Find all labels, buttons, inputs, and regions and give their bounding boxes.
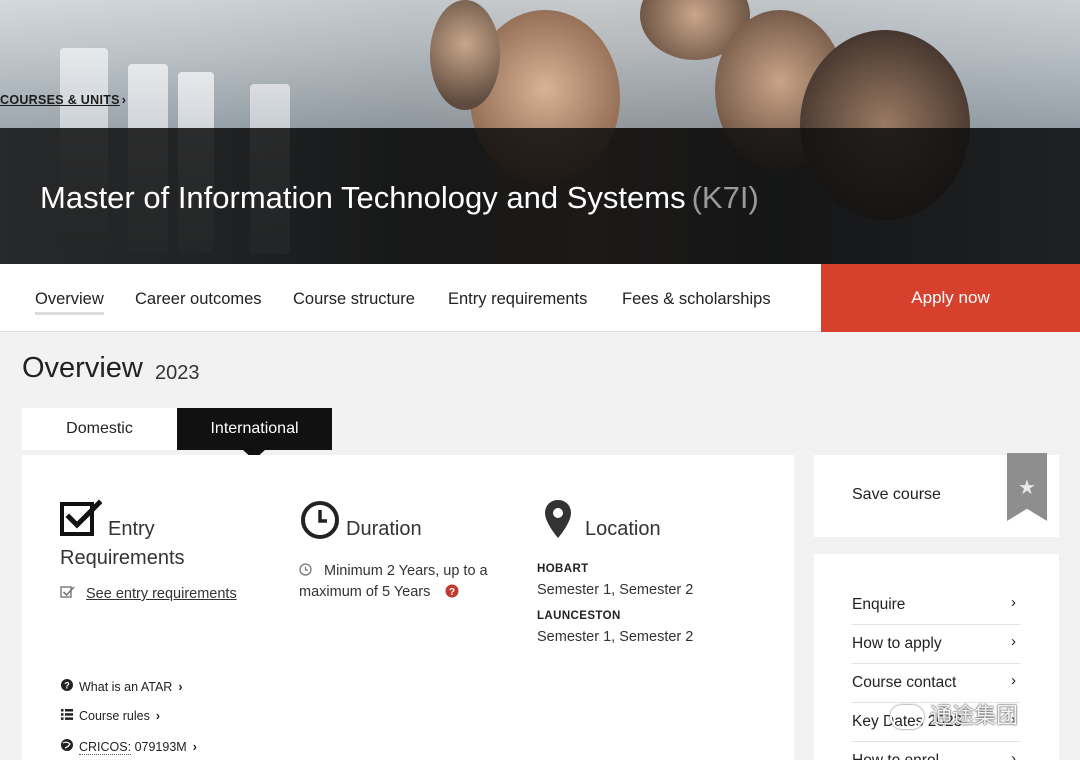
save-course-label: Save course	[852, 486, 941, 503]
duration-text-line2: maximum of 5 Years	[299, 584, 431, 600]
chevron-right-icon: ›	[1011, 672, 1016, 689]
duration-title: Duration	[346, 518, 422, 540]
cricos-link[interactable]: CRICOS: 079193M ›	[61, 739, 197, 755]
entry-title-line2: Requirements	[60, 547, 185, 569]
bookmark-ribbon[interactable]: ★	[1007, 453, 1047, 521]
page-title: Master of Information Technology and Sys…	[40, 180, 759, 216]
overview-card: Entry Requirements See entry requirement…	[22, 455, 794, 760]
tab-domestic[interactable]: Domestic	[22, 408, 177, 450]
course-code: (K7I)	[691, 180, 759, 215]
course-name: Master of Information Technology and Sys…	[40, 180, 686, 215]
help-icon[interactable]: ?	[445, 584, 459, 598]
breadcrumb[interactable]: COURSES & UNITS ›	[0, 93, 126, 107]
entry-title-line1: Entry	[108, 518, 155, 540]
chevron-right-icon: ›	[121, 93, 127, 107]
campus-hobart-semesters: Semester 1, Semester 2	[537, 582, 694, 598]
wechat-icon	[890, 705, 924, 730]
save-course-panel[interactable]: Save course ★	[814, 453, 1059, 537]
map-pin-icon	[545, 500, 571, 538]
sidebar-link-how-to-enrol[interactable]: How to enrol›	[852, 742, 1020, 760]
chevron-right-icon: ›	[155, 709, 161, 723]
clock-icon	[301, 501, 339, 539]
campus-hobart: HOBART	[537, 563, 589, 575]
nav-tab-course-structure[interactable]: Course structure	[293, 290, 415, 309]
duration-text-line1: Minimum 2 Years, up to a	[324, 563, 488, 579]
overview-year: 2023	[155, 362, 200, 384]
chevron-right-icon: ›	[1011, 594, 1016, 611]
campus-launceston-semesters: Semester 1, Semester 2	[537, 629, 694, 645]
chevron-right-icon: ›	[1011, 750, 1016, 760]
location-title: Location	[585, 518, 661, 540]
atar-link[interactable]: ? What is an ATAR ›	[61, 679, 183, 694]
hero-banner: COURSES & UNITS › Master of Information T…	[0, 0, 1080, 264]
see-entry-requirements-link[interactable]: See entry requirements	[86, 584, 237, 605]
hero-photo-person	[430, 0, 500, 110]
sidebar-link-enquire[interactable]: Enquire ›	[852, 586, 1020, 625]
svg-text:?: ?	[64, 681, 70, 691]
apply-now-button[interactable]: Apply now	[821, 264, 1080, 332]
nav-tab-fees-scholarships[interactable]: Fees & scholarships	[622, 290, 771, 309]
checkbox-icon	[60, 499, 102, 536]
course-nav: Overview Career outcomes Course structur…	[0, 264, 1080, 332]
overview-heading: Overview	[22, 352, 143, 384]
sidebar-link-how-to-apply[interactable]: How to apply ›	[852, 625, 1020, 664]
list-icon	[61, 709, 73, 720]
course-rules-link[interactable]: Course rules ›	[61, 709, 160, 723]
nav-tab-career-outcomes[interactable]: Career outcomes	[135, 290, 262, 309]
nav-tab-entry-requirements[interactable]: Entry requirements	[448, 290, 587, 309]
tab-international[interactable]: International	[177, 408, 332, 460]
chevron-right-icon: ›	[1011, 633, 1016, 650]
watermark: 通途集团	[890, 698, 1018, 730]
chevron-right-icon: ›	[178, 680, 183, 694]
nav-tab-overview[interactable]: Overview	[35, 290, 104, 315]
small-clock-icon	[299, 563, 312, 576]
small-checkbox-icon	[60, 586, 75, 598]
campus-launceston: LAUNCESTON	[537, 610, 621, 622]
question-circle-icon: ?	[61, 679, 73, 691]
svg-text:?: ?	[449, 587, 455, 598]
chevron-right-icon: ›	[192, 740, 197, 754]
globe-icon	[61, 739, 73, 751]
star-icon: ★	[1018, 477, 1036, 499]
